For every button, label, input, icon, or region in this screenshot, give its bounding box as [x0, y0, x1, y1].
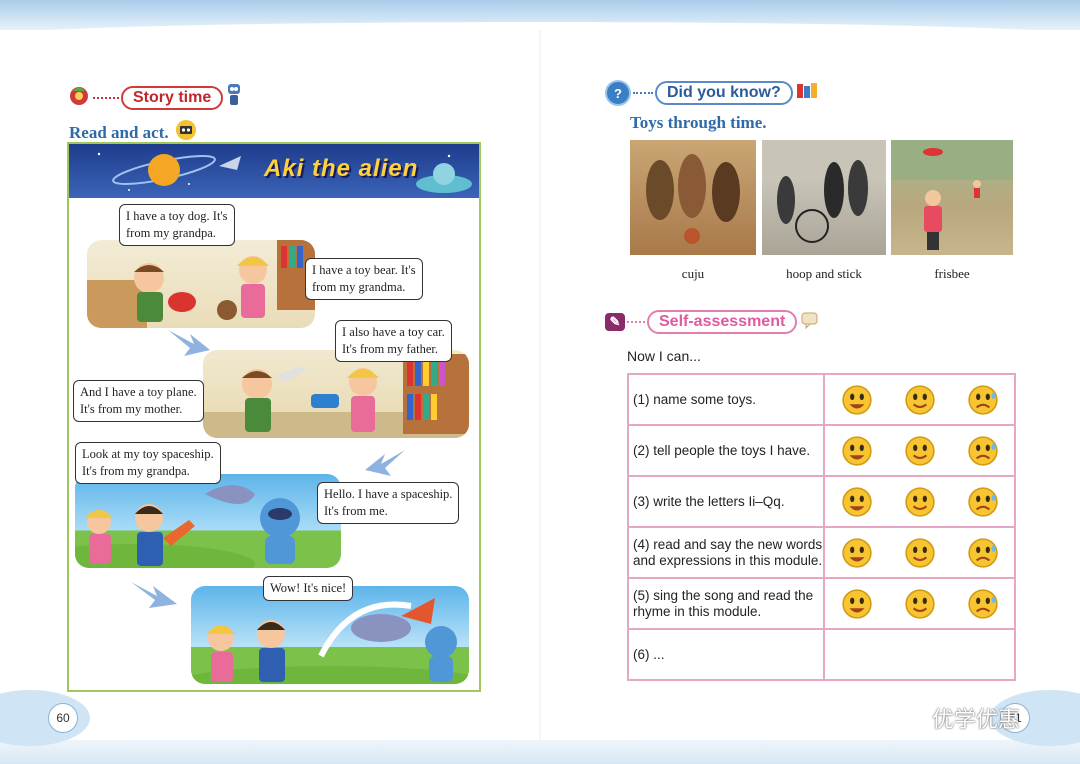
scene-toy-spaceship	[75, 474, 341, 568]
now-i-can-text: Now I can...	[627, 348, 701, 364]
speech-bubble: I also have a toy car. It's from my fath…	[335, 320, 452, 362]
row-text: (2) tell people the toys I have.	[627, 424, 825, 477]
row-number: (1)	[633, 391, 650, 407]
chat-icon	[801, 311, 819, 334]
speech-bubble: And I have a toy plane. It's from my mot…	[73, 380, 204, 422]
self-assessment-table: (1) name some toys. (2) tell people the t…	[627, 373, 1016, 681]
did-you-know-label: Did you know?	[655, 81, 793, 105]
page-number-left: 60	[48, 703, 78, 733]
top-decor-band	[0, 0, 1080, 36]
bell-icon	[67, 83, 91, 112]
row-text: (1) name some toys.	[627, 373, 825, 426]
rating-faces	[823, 475, 1016, 528]
face-icon-smile	[904, 435, 935, 466]
scene-toy-dog-bear	[87, 240, 315, 328]
row-text: (5) sing the song and read the rhyme in …	[627, 577, 825, 630]
wechat-icon	[893, 706, 924, 729]
face-icon-sad	[967, 486, 998, 517]
face-icon-smile	[904, 384, 935, 415]
rating-faces	[823, 577, 1016, 630]
table-row: (2) tell people the toys I have.	[627, 424, 1016, 477]
comic-title: Aki the alien	[264, 155, 419, 182]
row-number: (5)	[633, 587, 650, 603]
watermark-text: 优学优惠	[932, 707, 1021, 732]
story-time-header: Story time	[67, 82, 243, 113]
caption-hoop-and-stick: hoop and stick	[786, 266, 862, 281]
row-text: (4) read and say the new words and expre…	[627, 526, 825, 579]
row-text: (6) ...	[627, 628, 825, 681]
read-and-act-text: Read and act.	[69, 122, 169, 142]
row-statement: name some toys.	[653, 391, 757, 407]
toys-through-time-title: Toys through time.	[630, 113, 767, 132]
story-time-label: Story time	[121, 85, 224, 110]
rating-faces	[823, 424, 1016, 477]
speech-bubble: I have a toy bear. It's from my grandma.	[305, 258, 423, 300]
rating-faces	[823, 373, 1016, 426]
face-icon-sad	[967, 435, 998, 466]
face-icon-big	[841, 537, 872, 568]
caption-frisbee: frisbee	[934, 266, 970, 281]
bottom-decor-band	[0, 740, 1080, 764]
book-spine	[539, 30, 541, 764]
photo-cuju	[630, 140, 756, 255]
comic-banner: Aki the alien	[69, 144, 479, 198]
rating-faces	[823, 628, 1016, 681]
face-icon-smile	[904, 588, 935, 619]
face-icon-big	[841, 435, 872, 466]
did-you-know-header: ? Did you know?	[605, 80, 818, 106]
face-icon-smile	[904, 486, 935, 517]
speech-bubble: Wow! It's nice!	[263, 576, 354, 601]
row-statement: sing the song and read the rhyme in this…	[633, 587, 814, 619]
face-icon-smile	[904, 537, 935, 568]
row-number: (4)	[633, 536, 650, 552]
books-icon	[796, 82, 818, 105]
arrow-icon	[365, 450, 405, 476]
rating-faces	[823, 526, 1016, 579]
self-assessment-label: Self-assessment	[647, 310, 798, 334]
face-icon-big	[841, 384, 872, 415]
arrow-icon	[131, 582, 177, 608]
row-statement: ...	[653, 646, 665, 662]
robot-icon	[225, 82, 243, 113]
table-row: (6) ...	[627, 628, 1016, 681]
photo-hoop-and-stick	[762, 140, 886, 255]
row-number: (2)	[633, 442, 650, 458]
watermark: 优学优惠	[892, 702, 1020, 734]
face-icon-sad	[967, 384, 998, 415]
face-icon-big	[841, 486, 872, 517]
row-statement: write the letters Ii–Qq.	[653, 493, 785, 509]
face-icon-big	[841, 588, 872, 619]
table-row: (4) read and say the new words and expre…	[627, 526, 1016, 579]
row-statement: read and say the new words and expressio…	[633, 536, 823, 568]
table-row: (3) write the letters Ii–Qq.	[627, 475, 1016, 528]
table-row: (5) sing the song and read the rhyme in …	[627, 577, 1016, 630]
scene-toy-car-plane	[203, 350, 469, 438]
question-icon: ?	[605, 80, 631, 106]
row-number: (3)	[633, 493, 650, 509]
speech-bubble: Hello. I have a spaceship. It's from me.	[317, 482, 460, 524]
speech-bubble: Look at my toy spaceship. It's from my g…	[75, 442, 221, 484]
self-assessment-header: ✎ Self-assessment	[605, 310, 819, 334]
caption-cuju: cuju	[681, 266, 705, 281]
row-text: (3) write the letters Ii–Qq.	[627, 475, 825, 528]
table-row: (1) name some toys.	[627, 373, 1016, 426]
comic-panel: Aki the alien I have a toy dog. It's fro…	[67, 142, 481, 692]
photo-frisbee	[891, 140, 1013, 255]
speech-bubble: I have a toy dog. It's from my grandpa.	[119, 204, 235, 246]
face-icon-sad	[967, 537, 998, 568]
self-assessment-icon: ✎	[605, 313, 625, 331]
row-statement: tell people the toys I have.	[653, 442, 811, 458]
face-icon-sad	[967, 588, 998, 619]
row-number: (6)	[633, 646, 650, 662]
